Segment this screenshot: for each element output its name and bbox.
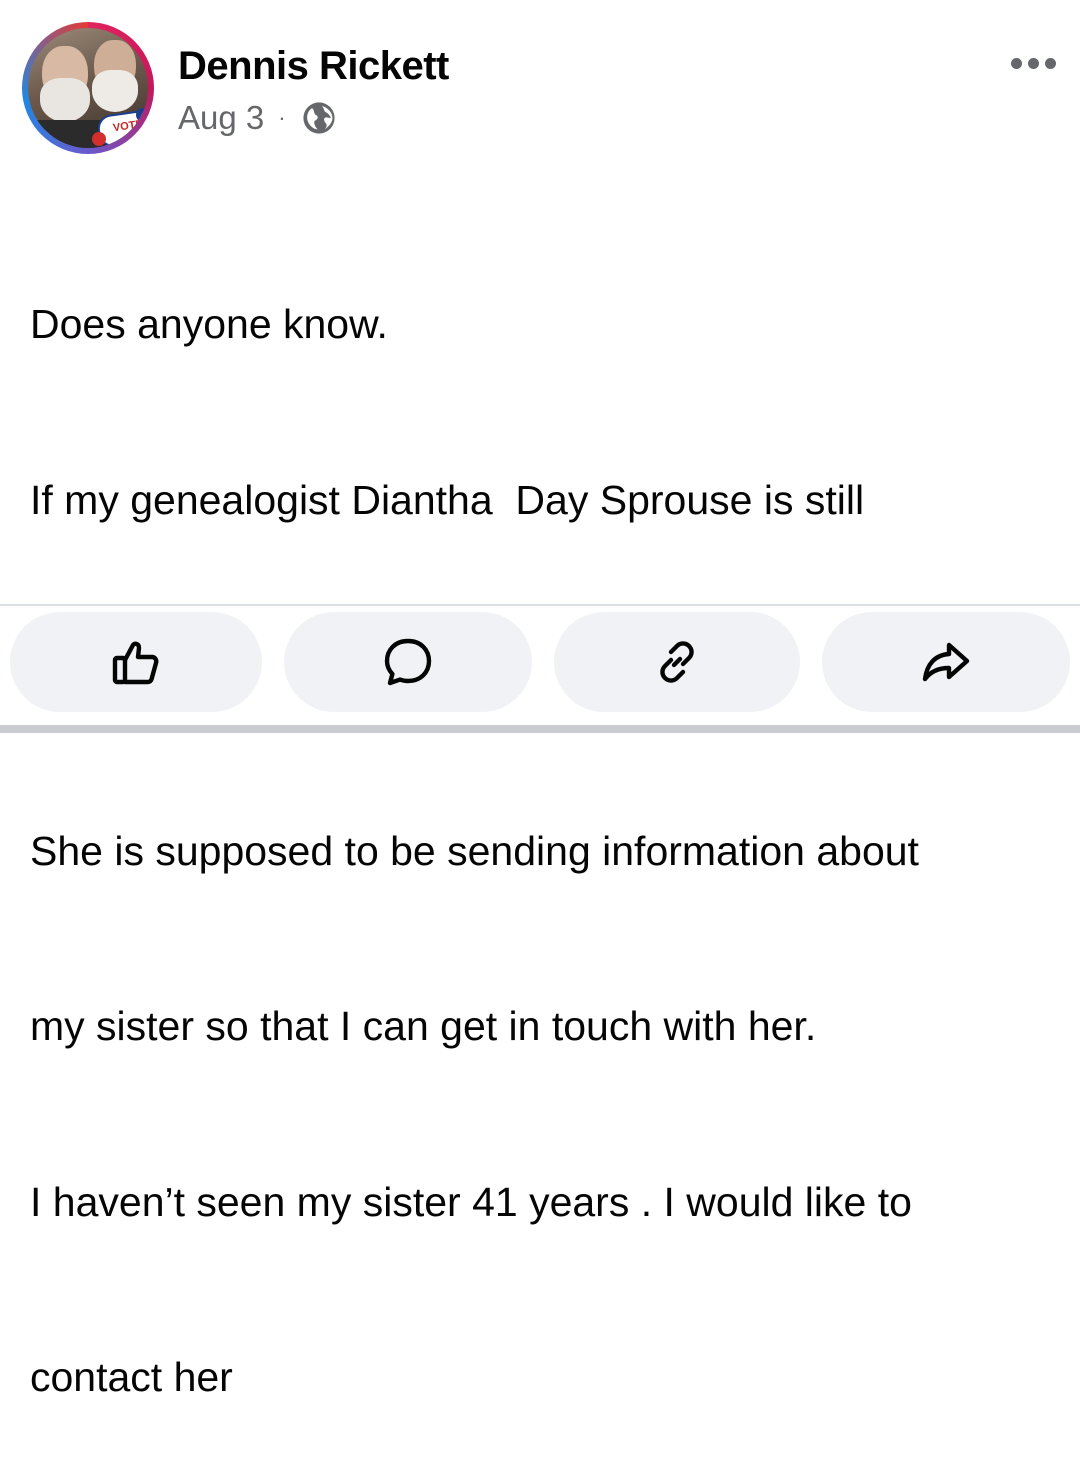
like-icon <box>112 641 159 685</box>
author-name[interactable]: Dennis Rickett <box>178 44 449 89</box>
comment-icon <box>384 638 432 686</box>
post-text: Does anyone know. If my genealogist Dian… <box>30 178 1060 1466</box>
share-icon <box>922 642 970 682</box>
post-text-line: Does anyone know. <box>30 301 388 347</box>
avatar-photo: VOTE! <box>28 28 148 148</box>
post-text-line: my sister so that I can get in touch wit… <box>30 1003 817 1049</box>
author-avatar[interactable]: VOTE! <box>22 22 154 154</box>
post-card: VOTE! Dennis Rickett Aug 3 · Does anyone… <box>0 0 1080 1400</box>
like-button[interactable] <box>10 612 262 712</box>
post-date[interactable]: Aug 3 <box>178 99 264 137</box>
post-text-line: I haven’t seen my sister 41 years . I wo… <box>30 1178 912 1225</box>
comment-button[interactable] <box>284 612 532 712</box>
globe-icon <box>302 102 335 134</box>
post-meta: Aug 3 · <box>178 98 336 138</box>
meta-separator: · <box>278 105 286 130</box>
post-text-line: contact her <box>30 1354 233 1400</box>
copy-link-button[interactable] <box>554 612 800 712</box>
action-bar <box>0 612 1080 716</box>
post-text-line: She is supposed to be sending informatio… <box>30 827 919 874</box>
divider <box>0 604 1080 606</box>
more-options-icon[interactable] <box>1011 58 1056 69</box>
link-icon <box>660 641 694 683</box>
bottom-edge <box>0 725 1080 733</box>
share-button[interactable] <box>822 612 1070 712</box>
post-text-line: If my genealogist Diantha Day Sprouse is… <box>30 476 865 523</box>
